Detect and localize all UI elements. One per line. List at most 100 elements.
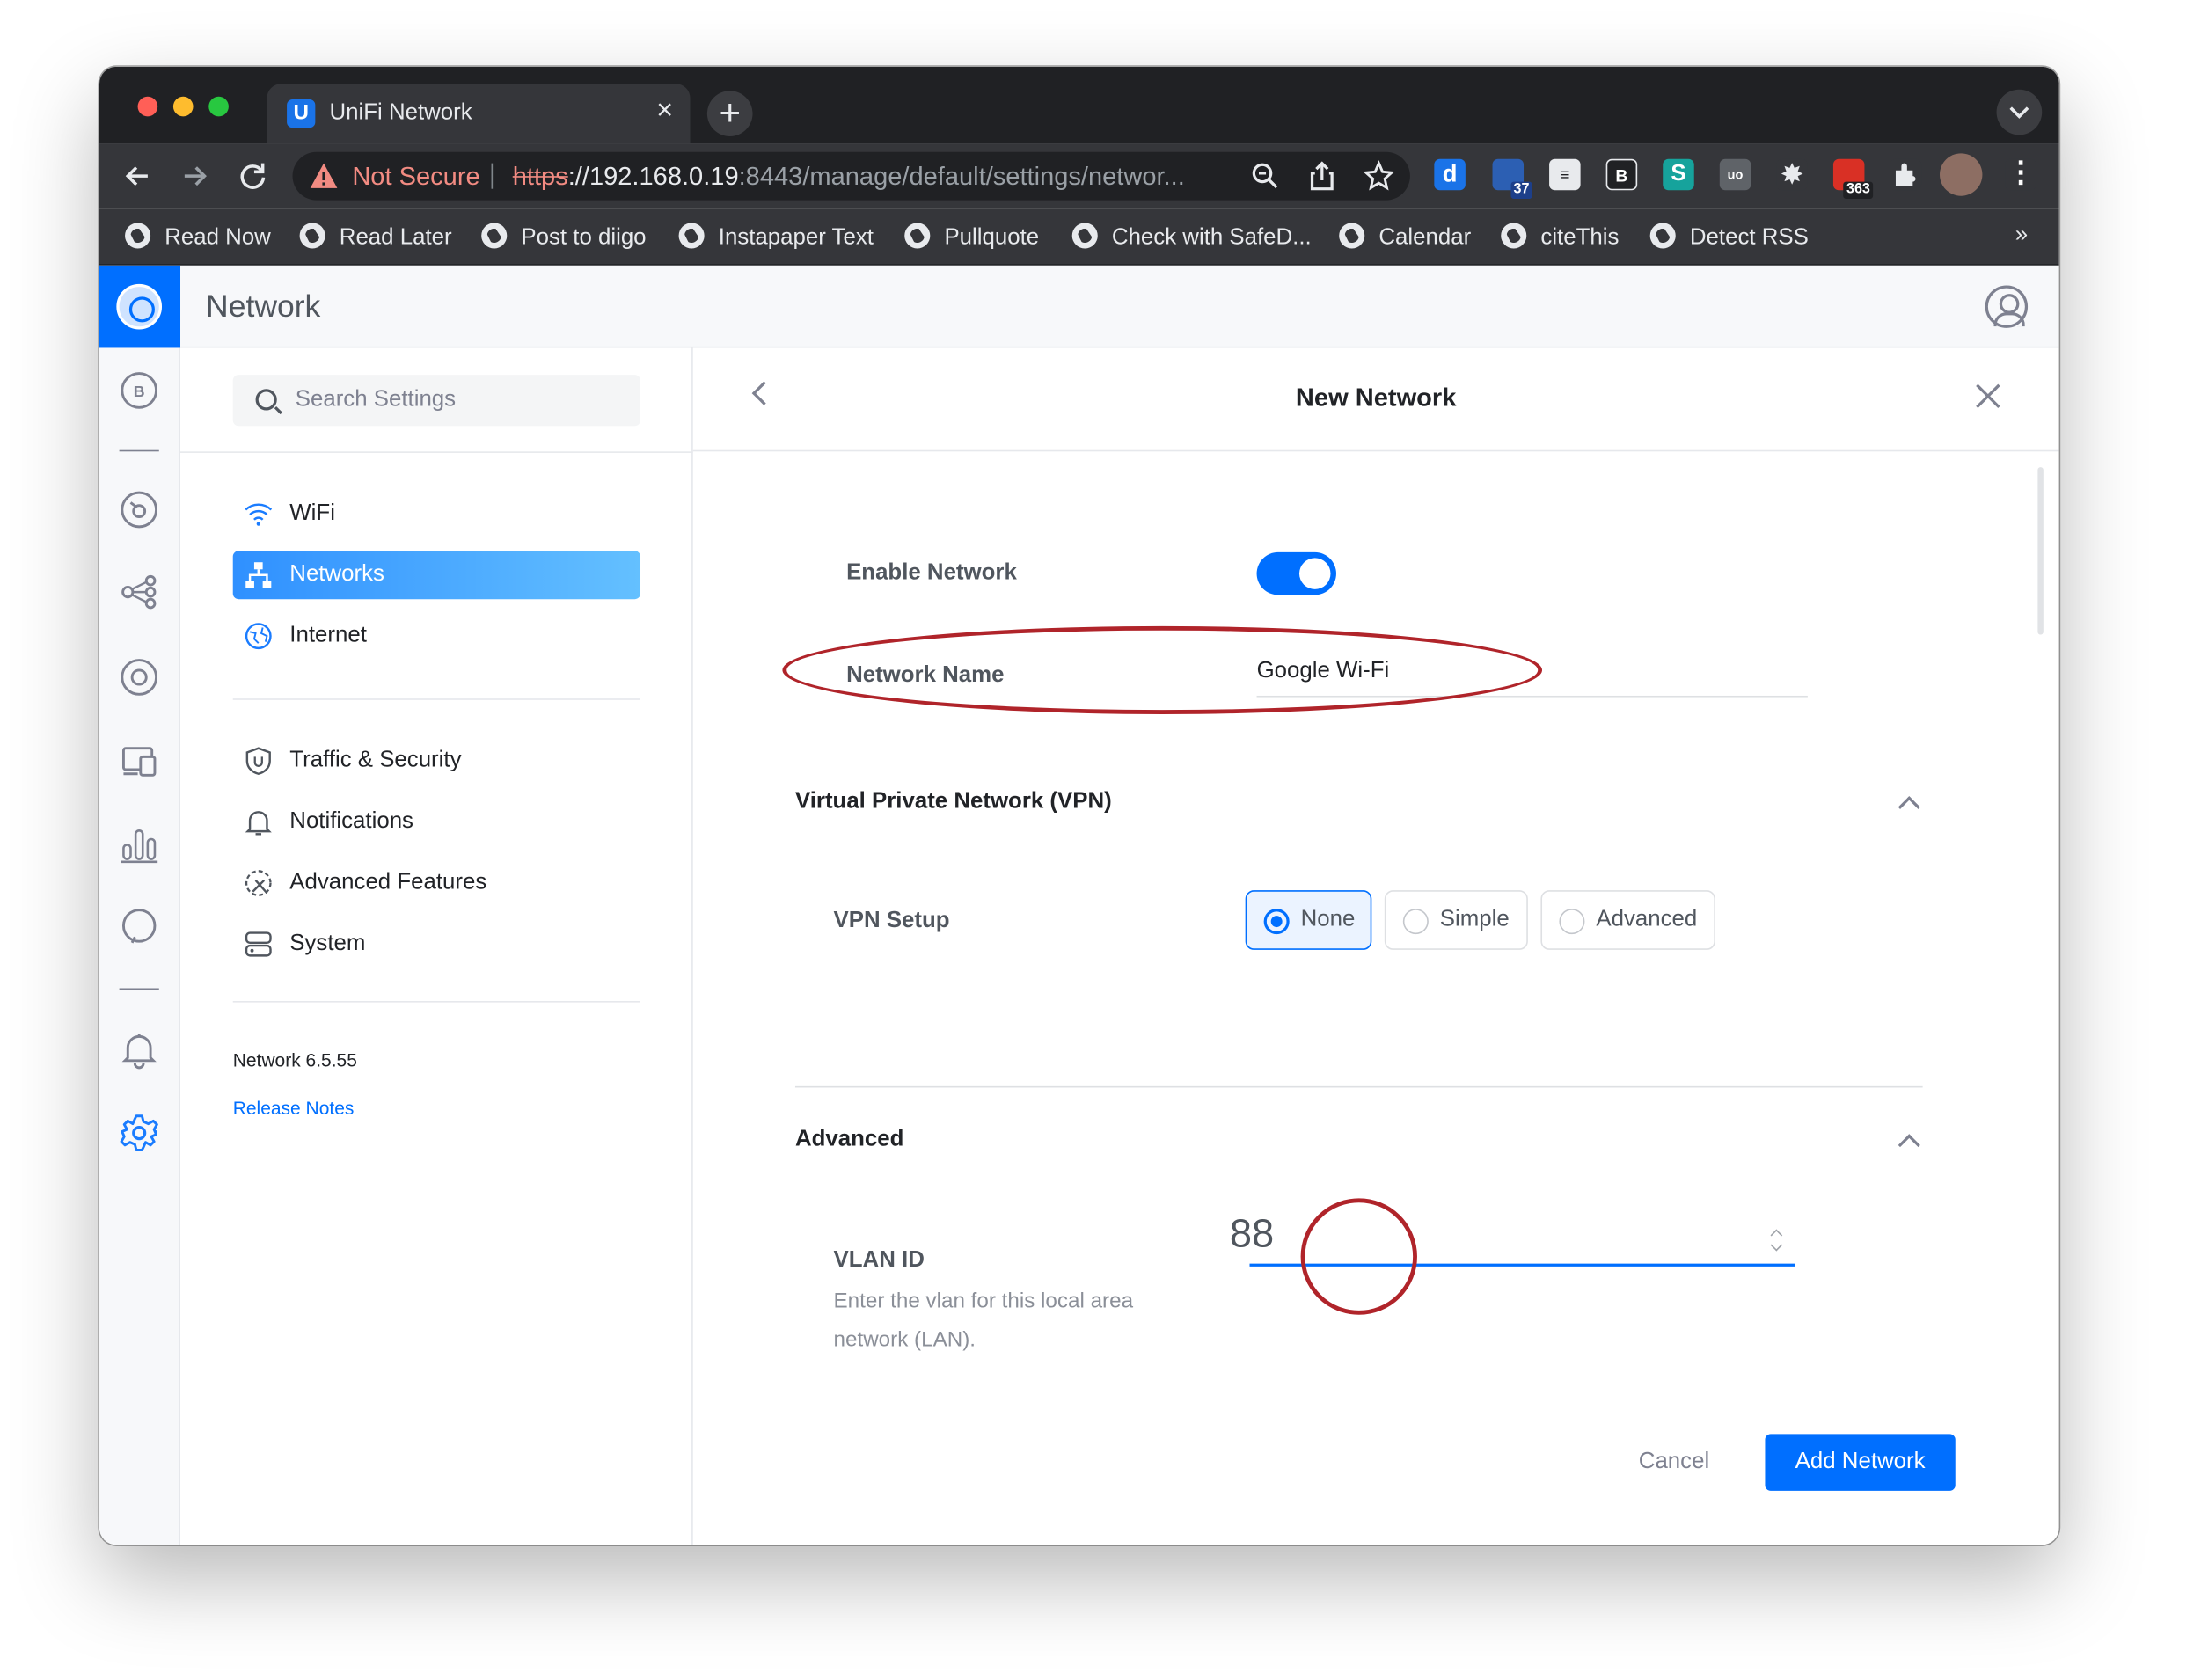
bookmark-label: Check with SafeD... <box>1111 225 1312 251</box>
enable-network-toggle[interactable] <box>1256 551 1336 595</box>
puzzle-icon[interactable] <box>1890 158 1922 191</box>
sidebar-item-traffic-security[interactable]: Traffic & Security <box>233 737 640 785</box>
unifi-logo[interactable] <box>99 265 181 348</box>
settings-gear-icon[interactable] <box>120 1114 159 1153</box>
vlan-id-label: VLAN ID <box>833 1247 925 1273</box>
not-secure-label[interactable]: Not Secure <box>352 162 479 192</box>
backup-b-icon[interactable]: B <box>120 370 159 410</box>
browser-window: U UniFi Network × + Not Secure https://1… <box>99 66 2059 1545</box>
bookmark-post-to-diigo[interactable]: Post to diigo <box>481 223 647 251</box>
vpn-option-simple[interactable]: Simple <box>1384 890 1528 950</box>
new-tab-button[interactable]: + <box>706 91 753 136</box>
bookmark-label: Read Later <box>339 225 452 251</box>
add-network-button[interactable]: Add Network <box>1765 1434 1956 1491</box>
panel-header: New Network <box>692 347 2059 452</box>
url-host: ://192.168.0.19 <box>567 162 739 191</box>
chevron-down-icon <box>2009 106 2029 119</box>
bookmark-read-now[interactable]: Read Now <box>125 223 271 251</box>
ext-badge-363-icon[interactable]: 363 <box>1832 158 1874 199</box>
kebab-menu-icon[interactable]: ⋮ <box>2005 159 2036 191</box>
screenshot-stage: U UniFi Network × + Not Secure https://1… <box>0 0 2201 1680</box>
globe-icon <box>678 223 705 249</box>
bookmark-label: Post to diigo <box>521 225 647 251</box>
safari-s-icon[interactable]: S <box>1663 158 1694 191</box>
url-scheme: https <box>512 162 568 191</box>
ublock-icon[interactable]: uo <box>1719 158 1751 191</box>
release-notes-link[interactable]: Release Notes <box>233 1098 355 1119</box>
minimize-window-button[interactable] <box>172 96 194 117</box>
tab-unifi-network[interactable]: U UniFi Network × <box>267 84 691 144</box>
sidebar-item-label: Internet <box>289 623 367 648</box>
citethis-ext-icon[interactable]: ≡ <box>1549 158 1581 191</box>
diigo-icon[interactable]: d <box>1434 158 1466 191</box>
topology-icon[interactable] <box>120 573 159 612</box>
bell-icon <box>245 811 272 836</box>
scrollbar[interactable] <box>2037 467 2044 635</box>
clients-icon[interactable] <box>120 741 159 781</box>
bookmark-detect-rss[interactable]: Detect RSS <box>1649 223 1809 251</box>
unifi-favicon-icon: U <box>287 99 316 128</box>
advanced-section-title: Advanced <box>794 1127 904 1152</box>
bookmark-check-with-safed[interactable]: Check with SafeD... <box>1071 223 1312 251</box>
bookmarks-overflow-icon[interactable]: » <box>2015 223 2028 248</box>
insights-icon[interactable] <box>120 907 159 946</box>
chevron-up-icon[interactable] <box>1898 1134 1920 1157</box>
warning-icon <box>310 163 338 188</box>
bookmark-instapaper-text[interactable]: Instapaper Text <box>678 223 874 251</box>
profile-avatar[interactable] <box>1939 153 1983 196</box>
vpn-option-advanced[interactable]: Advanced <box>1540 890 1715 950</box>
zoom-icon[interactable] <box>1249 160 1281 192</box>
user-account-icon[interactable] <box>1985 285 2029 328</box>
star-icon[interactable] <box>1363 159 1395 192</box>
share-icon[interactable] <box>1306 160 1338 192</box>
new-network-panel: New Network Enable Network Network Name … <box>692 347 2059 1545</box>
annotation-circle-vlan-id <box>1300 1198 1417 1315</box>
close-icon[interactable] <box>1975 383 2000 409</box>
sidebar-item-internet[interactable]: Internet <box>233 612 640 661</box>
statistics-icon[interactable] <box>120 825 159 865</box>
search-placeholder: Search Settings <box>295 387 457 413</box>
globe-icon <box>1649 223 1676 249</box>
forward-button[interactable] <box>173 155 216 197</box>
ext-badge-37-icon[interactable]: 37 <box>1492 158 1532 199</box>
reload-button[interactable] <box>231 155 274 197</box>
gear-ext-icon[interactable]: ✸ <box>1776 158 1808 191</box>
close-window-button[interactable] <box>137 96 158 117</box>
maximize-window-button[interactable] <box>208 96 229 117</box>
bookmark-citethis[interactable]: citeThis <box>1501 223 1619 251</box>
radio-icon <box>1559 909 1585 935</box>
badge-363: 363 <box>1843 181 1874 199</box>
bookmarks-bar: Read Now Read Later Post to diigo Instap… <box>99 208 2059 266</box>
panel-title: New Network <box>1295 383 1457 413</box>
sidebar-item-system[interactable]: System <box>233 920 640 968</box>
vpn-section-title: Virtual Private Network (VPN) <box>794 789 1112 814</box>
url-text[interactable]: https://192.168.0.19:8443/manage/default… <box>513 162 1185 192</box>
address-bar[interactable]: Not Secure https://192.168.0.19:8443/man… <box>292 151 1410 201</box>
search-settings-input[interactable]: Search Settings <box>232 375 641 427</box>
sidebar-item-wifi[interactable]: WiFi <box>233 490 640 538</box>
sidebar-divider <box>232 1001 641 1003</box>
network-icon <box>245 562 272 588</box>
alerts-bell-icon[interactable] <box>120 1029 159 1070</box>
sidebar-item-notifications[interactable]: Notifications <box>233 798 640 846</box>
bookmark-pullquote[interactable]: Pullquote <box>904 223 1039 251</box>
sidebar-item-advanced-features[interactable]: Advanced Features <box>233 859 640 908</box>
wifi-icon <box>245 503 273 526</box>
tab-search-button[interactable] <box>1996 89 2043 135</box>
bookmark-label: Read Now <box>165 225 271 251</box>
back-button[interactable] <box>116 155 158 197</box>
sidebar-item-networks[interactable]: Networks <box>232 551 641 600</box>
devices-icon[interactable] <box>120 657 159 697</box>
badge-37: 37 <box>1510 181 1532 199</box>
sidebar-item-label: Traffic & Security <box>289 748 462 773</box>
vpn-option-none[interactable]: None <box>1245 890 1372 950</box>
dashboard-icon[interactable] <box>120 490 159 530</box>
tab-close-icon[interactable]: × <box>656 97 673 125</box>
bookmark-calendar[interactable]: Calendar <box>1339 223 1471 251</box>
bookmark-b-icon[interactable]: B <box>1605 158 1638 191</box>
tab-title: UniFi Network <box>329 100 472 126</box>
number-stepper-icon[interactable] <box>1769 1227 1783 1255</box>
cancel-button[interactable]: Cancel <box>1639 1450 1709 1475</box>
chevron-up-icon[interactable] <box>1898 796 1920 819</box>
bookmark-read-later[interactable]: Read Later <box>299 223 452 251</box>
